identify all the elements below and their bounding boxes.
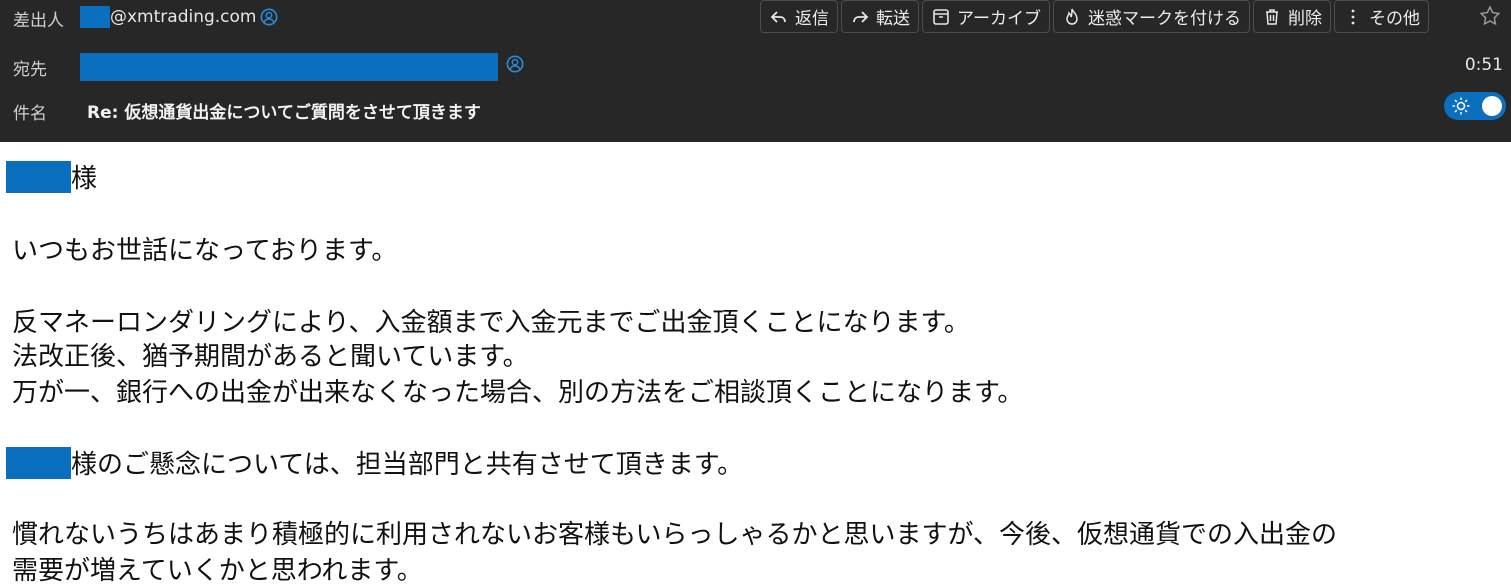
paragraph-text: 様のご懸念については、担当部門と共有させて頂きます。 <box>71 450 744 480</box>
archive-icon <box>933 8 949 25</box>
sender-email: @xmtrading.com <box>110 7 257 27</box>
flame-icon <box>1066 8 1078 25</box>
sun-icon <box>1452 97 1470 115</box>
forward-label: 転送 <box>876 9 910 29</box>
body-paragraph: 反マネーロンダリングにより、入金額まで入金元までご出金頂くことになります。 <box>12 308 970 338</box>
trash-icon <box>1265 8 1278 25</box>
body-paragraph: 万が一、銀行への出金が出来なくなった場合、別の方法をご相談頂くことになります。 <box>12 378 1024 408</box>
message-header: 差出人 @xmtrading.com 返信 転送 アーカイブ 迷惑マークを付ける <box>0 0 1511 142</box>
forward-button[interactable]: 転送 <box>841 0 919 33</box>
body-paragraph: 法改正後、猶予期間があると聞いています。 <box>12 342 529 372</box>
salutation: 様 <box>6 158 97 195</box>
archive-label: アーカイブ <box>957 9 1041 29</box>
archive-button[interactable]: アーカイブ <box>922 0 1050 33</box>
junk-label: 迷惑マークを付ける <box>1087 9 1241 29</box>
redacted-sender-name <box>80 6 110 28</box>
more-button[interactable]: その他 <box>1333 0 1429 33</box>
subject-label: 件名 <box>13 104 47 124</box>
more-vertical-icon <box>1351 9 1355 24</box>
body-paragraph: 様のご懸念については、担当部門と共有させて頂きます。 <box>6 444 743 481</box>
reply-label: 返信 <box>795 9 829 29</box>
reply-button[interactable]: 返信 <box>760 0 838 33</box>
redacted-recipient <box>80 53 498 81</box>
body-paragraph: 慣れないうちはあまり積極的に利用されないお客様もいらっしゃるかと思いますが、今後… <box>12 520 1337 550</box>
forward-icon <box>853 10 869 23</box>
received-time: 0:51 <box>1464 55 1503 75</box>
subject-text: Re: 仮想通貨出金についてご質問をさせて頂きます <box>87 103 481 123</box>
salutation-suffix: 様 <box>71 164 98 194</box>
message-toolbar: 返信 転送 アーカイブ 迷惑マークを付ける 削除 その他 <box>760 0 1429 33</box>
greeting-text: いつもお世話になっております。 <box>12 236 398 266</box>
light-mode-toggle[interactable] <box>1444 92 1506 120</box>
toggle-knob <box>1482 96 1502 116</box>
reply-icon <box>770 10 786 23</box>
redacted-recipient-name <box>6 446 71 479</box>
contact-card-icon[interactable] <box>506 55 524 73</box>
sender-field[interactable]: @xmtrading.com <box>80 5 278 29</box>
star-icon[interactable] <box>1478 4 1502 28</box>
junk-button[interactable]: 迷惑マークを付ける <box>1052 0 1250 33</box>
redacted-recipient-name <box>6 160 71 193</box>
delete-label: 削除 <box>1287 9 1322 29</box>
from-label: 差出人 <box>13 11 64 31</box>
to-label: 宛先 <box>13 60 47 80</box>
message-body: 様 いつもお世話になっております。 反マネーロンダリングにより、入金額まで入金元… <box>0 142 1511 586</box>
contact-card-icon[interactable] <box>260 8 278 26</box>
body-paragraph: 需要が増えていくかと思われます。 <box>12 556 423 586</box>
delete-button[interactable]: 削除 <box>1252 0 1331 33</box>
more-label: その他 <box>1368 9 1420 29</box>
